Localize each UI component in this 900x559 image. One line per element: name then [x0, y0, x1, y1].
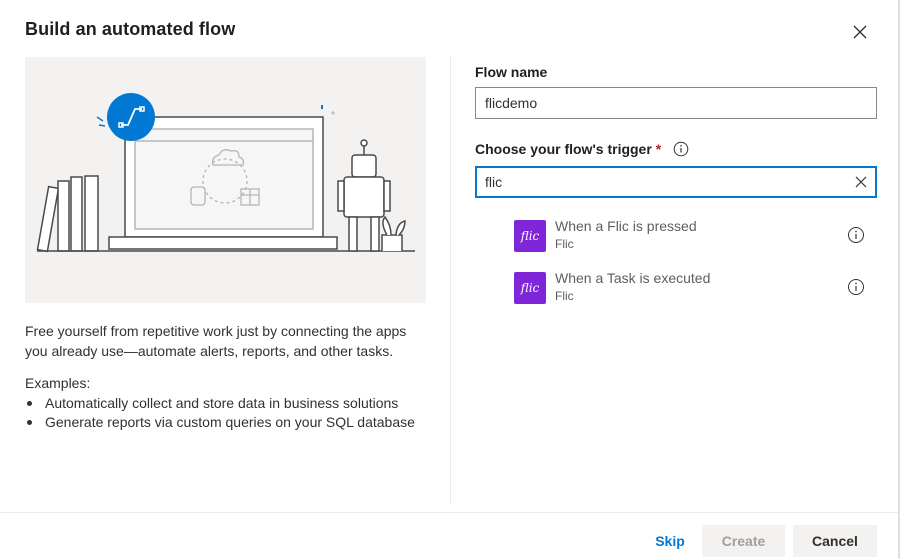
example-text: Automatically collect and store data in … — [45, 395, 399, 411]
create-button[interactable]: Create — [702, 525, 785, 557]
build-flow-dialog: Build an automated flow Free yourself fr… — [0, 0, 900, 559]
dialog-description: Free yourself from repetitive work just … — [25, 323, 407, 359]
trigger-search-box — [475, 166, 877, 198]
info-icon[interactable] — [847, 226, 865, 244]
info-icon[interactable] — [673, 141, 689, 157]
trigger-option[interactable]: flic When a Flic is pressed Flic — [514, 218, 874, 252]
footer-divider — [0, 512, 898, 513]
clear-search-button[interactable] — [853, 174, 869, 190]
example-item: Generate reports via custom queries on y… — [25, 413, 415, 432]
example-text: Generate reports via custom queries on y… — [45, 414, 415, 430]
trigger-label-text: Choose your flow's trigger — [475, 141, 652, 157]
examples-label: Examples: — [25, 375, 91, 391]
hero-illustration — [25, 57, 426, 303]
trigger-option-connector: Flic — [555, 237, 574, 251]
trigger-search-input[interactable] — [477, 168, 837, 196]
trigger-option-title: When a Task is executed — [555, 270, 711, 286]
close-button[interactable] — [848, 20, 872, 44]
trigger-option-title: When a Flic is pressed — [555, 218, 697, 234]
bullet-icon — [27, 401, 32, 406]
trigger-option[interactable]: flic When a Task is executed Flic — [514, 270, 874, 304]
cancel-button[interactable]: Cancel — [793, 525, 877, 557]
flic-logo-icon: flic — [514, 272, 546, 304]
examples-list: Automatically collect and store data in … — [25, 394, 415, 432]
laptop-illustration — [36, 93, 415, 253]
flow-name-input[interactable] — [475, 87, 877, 119]
trigger-label: Choose your flow's trigger * — [475, 141, 689, 157]
skip-button[interactable]: Skip — [645, 525, 695, 557]
required-marker: * — [655, 141, 662, 157]
info-icon[interactable] — [847, 278, 865, 296]
clear-icon — [855, 176, 867, 188]
flic-logo-icon: flic — [514, 220, 546, 252]
dialog-title: Build an automated flow — [25, 19, 236, 39]
close-icon — [853, 25, 867, 39]
panel-divider — [450, 57, 451, 504]
bullet-icon — [27, 420, 32, 425]
example-item: Automatically collect and store data in … — [25, 394, 415, 413]
trigger-option-connector: Flic — [555, 289, 574, 303]
flow-name-label: Flow name — [475, 64, 548, 80]
